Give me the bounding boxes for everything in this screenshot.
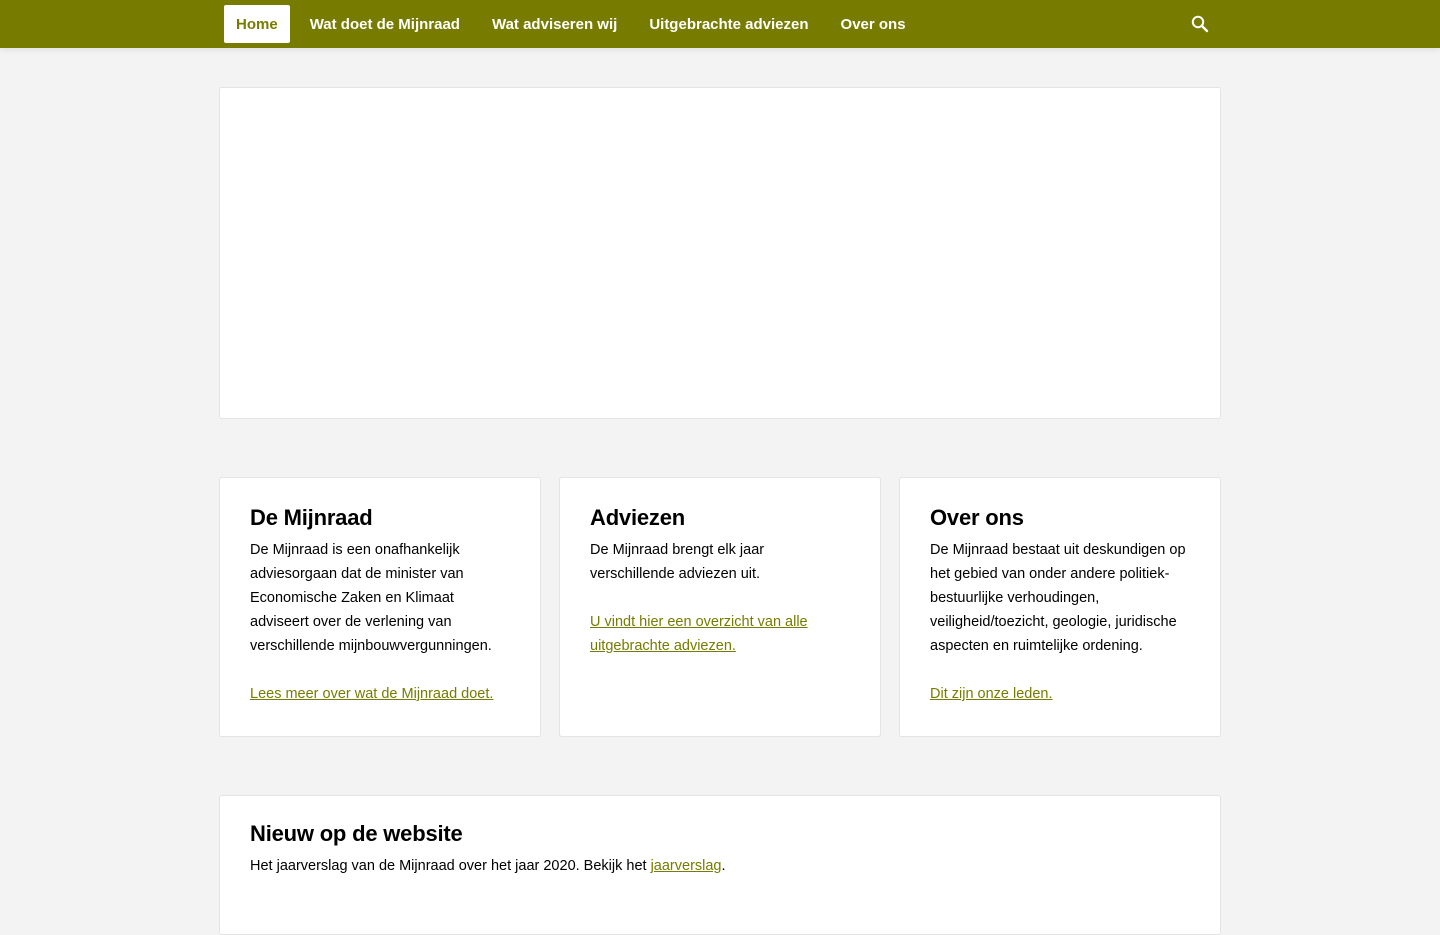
news-title: Nieuw op de website bbox=[250, 821, 463, 846]
jaarverslag-link[interactable]: jaarverslag bbox=[651, 858, 722, 874]
nav-item-wat-adviseren-wij[interactable]: Wat adviseren wij bbox=[476, 5, 633, 43]
news-section: Nieuw op de website Het jaarverslag van … bbox=[219, 795, 1221, 935]
news-text: Het jaarverslag van de Mijnraad over het… bbox=[250, 854, 1190, 878]
card-link-onze-leden[interactable]: Dit zijn onze leden. bbox=[930, 686, 1053, 702]
nav-item-wat-doet-de-mijnraad[interactable]: Wat doet de Mijnraad bbox=[294, 5, 476, 43]
main-navigation: Home Wat doet de Mijnraad Wat adviseren … bbox=[224, 5, 922, 43]
nav-item-uitgebrachte-adviezen[interactable]: Uitgebrachte adviezen bbox=[633, 5, 824, 43]
card-de-mijnraad: De Mijnraad De Mijnraad is een onafhanke… bbox=[219, 477, 541, 737]
card-body: De Mijnraad bestaat uit deskundigen op h… bbox=[930, 542, 1186, 654]
news-text-after: . bbox=[721, 858, 726, 874]
card-link-lees-meer[interactable]: Lees meer over wat de Mijnraad doet. bbox=[250, 686, 493, 702]
card-title: Adviezen bbox=[590, 505, 685, 530]
news-text-before: Het jaarverslag van de Mijnraad over het… bbox=[250, 858, 651, 874]
search-icon bbox=[1191, 15, 1209, 33]
search-button[interactable] bbox=[1186, 10, 1214, 38]
top-navigation-bar: Home Wat doet de Mijnraad Wat adviseren … bbox=[0, 0, 1440, 48]
hero-panel bbox=[219, 87, 1221, 419]
card-title: Over ons bbox=[930, 505, 1024, 530]
card-body: De Mijnraad brengt elk jaar verschillend… bbox=[590, 542, 765, 582]
card-adviezen: Adviezen De Mijnraad brengt elk jaar ver… bbox=[559, 477, 881, 737]
card-body: De Mijnraad is een onafhankelijk advieso… bbox=[250, 542, 492, 654]
card-over-ons: Over ons De Mijnraad bestaat uit deskund… bbox=[899, 477, 1221, 737]
card-title: De Mijnraad bbox=[250, 505, 373, 530]
card-link-overzicht-adviezen[interactable]: U vindt hier een overzicht van alle uitg… bbox=[590, 614, 808, 654]
nav-item-home[interactable]: Home bbox=[224, 5, 290, 43]
nav-item-over-ons[interactable]: Over ons bbox=[825, 5, 922, 43]
